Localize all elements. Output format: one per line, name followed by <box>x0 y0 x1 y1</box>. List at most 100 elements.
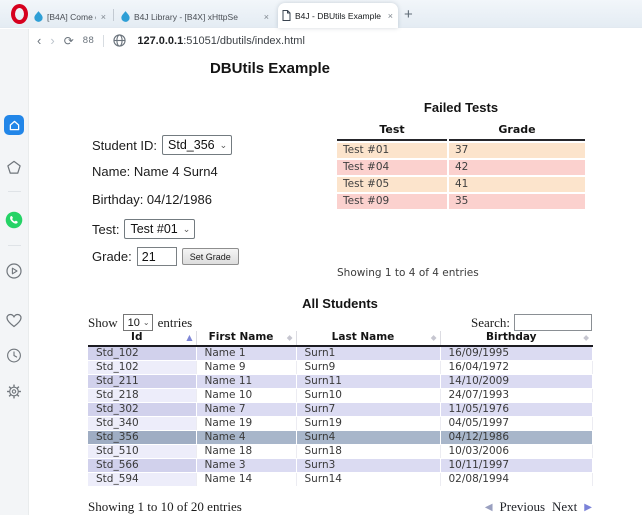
students-column-header-first-name[interactable]: First Name ◆ <box>196 331 297 347</box>
address-bar: ‹ › ⟳ 88 127.0.0.1:51051/dbutils/index.h… <box>29 29 642 52</box>
student-row[interactable]: Std_302 Name 7 Surn7 11/05/1976 <box>88 402 593 417</box>
student-cell: Surn4 <box>296 430 441 445</box>
opera-logo-icon[interactable] <box>11 4 28 24</box>
previous-arrow-icon[interactable]: ◀ <box>485 502 493 513</box>
student-cell: Surn3 <box>296 458 441 473</box>
student-id-row: Student ID: Std_356 ⌄ <box>92 135 233 155</box>
student-row[interactable]: Std_510 Name 18 Surn18 10/03/2006 <box>88 444 593 459</box>
student-cell: Std_340 <box>88 416 197 431</box>
entries-label: entries <box>157 314 193 330</box>
b4x-flame-icon <box>34 11 43 22</box>
student-id-label: Student ID: <box>92 137 158 153</box>
home-speed-dial-icon[interactable] <box>4 115 24 135</box>
set-grade-button[interactable]: Set Grade <box>181 248 239 265</box>
student-cell: Name 14 <box>196 472 297 487</box>
extensions-grid-icon[interactable]: 88 <box>83 35 95 46</box>
tab-strip: [B4A] Come eseguire 'map × B4J Library -… <box>0 0 642 28</box>
failed-tests-info: Showing 1 to 4 of 4 entries <box>337 267 479 279</box>
students-column-header-birthday[interactable]: Birthday ◆ <box>440 331 592 347</box>
close-icon[interactable]: × <box>100 12 107 22</box>
sort-both-icon: ◆ <box>583 333 589 342</box>
settings-gear-icon[interactable] <box>7 384 22 399</box>
student-cell: 16/04/1972 <box>440 360 593 375</box>
tab-b4j-library[interactable]: B4J Library - [B4X] xHttpSe × <box>117 6 274 27</box>
next-button[interactable]: Next <box>552 499 577 515</box>
failed-test-cell: 42 <box>449 160 585 175</box>
student-row[interactable]: Std_566 Name 3 Surn3 10/11/1997 <box>88 458 593 473</box>
failed-test-cell: 37 <box>449 143 585 158</box>
player-icon[interactable] <box>6 263 22 279</box>
column-label: First Name <box>208 331 274 343</box>
student-row[interactable]: Std_211 Name 11 Surn11 14/10/2009 <box>88 374 593 389</box>
student-birthday-text: Birthday: 04/12/1986 <box>92 192 212 207</box>
divider <box>8 191 21 192</box>
forward-icon[interactable]: › <box>50 34 54 47</box>
history-clock-icon[interactable] <box>7 348 22 363</box>
test-label: Test: <box>92 221 120 237</box>
back-icon[interactable]: ‹ <box>37 34 41 47</box>
page-title: DBUtils Example <box>209 60 331 77</box>
test-value: Test #01 <box>130 222 178 236</box>
tab-b4a-forum[interactable]: [B4A] Come eseguire 'map × <box>30 6 111 27</box>
student-cell: 04/05/1997 <box>440 416 593 431</box>
show-entries-control: Show 10 ⌄ entries <box>88 314 192 331</box>
column-label: Last Name <box>331 331 395 343</box>
search-input[interactable] <box>514 314 592 331</box>
student-row[interactable]: Std_594 Name 14 Surn14 02/08/1994 <box>88 472 593 487</box>
student-id-value: Std_356 <box>168 138 215 152</box>
students-column-header-last-name[interactable]: Last Name ◆ <box>296 331 441 347</box>
student-name-text: Name: Name 4 Surn4 <box>92 164 218 179</box>
students-column-header-id[interactable]: Id ▲ <box>88 331 197 347</box>
student-cell: Std_102 <box>88 360 197 375</box>
url-text[interactable]: 127.0.0.1:51051/dbutils/index.html <box>137 35 305 47</box>
tab-separator <box>113 9 114 21</box>
grade-row: Grade: Set Grade <box>92 247 239 266</box>
student-cell: Name 19 <box>196 416 297 431</box>
student-row[interactable]: Std_356 Name 4 Surn4 04/12/1986 <box>88 430 593 445</box>
tab-dbutils-active[interactable]: B4J - DBUtils Example × <box>278 3 398 28</box>
b4x-flame-icon <box>121 11 130 22</box>
show-entries-select[interactable]: 10 ⌄ <box>122 314 153 331</box>
student-cell: Surn14 <box>296 472 441 487</box>
student-cell: Std_211 <box>88 374 197 389</box>
failed-tests-column-header[interactable]: Test <box>337 121 447 141</box>
bookmarks-pentagon-icon[interactable] <box>7 160 22 175</box>
student-cell: Surn10 <box>296 388 441 403</box>
close-icon[interactable]: × <box>387 11 394 21</box>
student-row[interactable]: Std_340 Name 19 Surn19 04/05/1997 <box>88 416 593 431</box>
student-cell: Surn11 <box>296 374 441 389</box>
failed-tests-table: Test Grade Test #01 37 Test #04 42 Test #05 41… <box>335 119 587 211</box>
failed-test-cell: Test #04 <box>337 160 447 175</box>
student-cell: Name 7 <box>196 402 297 417</box>
sort-both-icon: ◆ <box>286 333 293 342</box>
document-icon <box>282 10 291 21</box>
whatsapp-icon[interactable] <box>5 211 23 229</box>
student-cell: 04/12/1986 <box>440 430 593 445</box>
show-label: Show <box>88 314 118 330</box>
student-cell: Surn9 <box>296 360 441 375</box>
chevron-down-icon: ⌄ <box>142 318 150 327</box>
student-cell: Name 1 <box>196 346 297 361</box>
failed-test-row: Test #01 37 <box>337 143 585 158</box>
student-id-select[interactable]: Std_356 ⌄ <box>162 135 233 155</box>
sort-ascending-icon: ▲ <box>186 333 193 342</box>
new-tab-button[interactable]: + <box>404 5 413 25</box>
grade-input[interactable] <box>136 247 177 266</box>
column-label: Id <box>131 331 143 343</box>
student-row[interactable]: Std_218 Name 10 Surn10 24/07/1993 <box>88 388 593 403</box>
next-arrow-icon[interactable]: ▶ <box>584 502 592 513</box>
previous-button[interactable]: Previous <box>500 499 546 515</box>
failed-test-row: Test #09 35 <box>337 194 585 209</box>
student-row[interactable]: Std_102 Name 9 Surn9 16/04/1972 <box>88 360 593 375</box>
student-row[interactable]: Std_102 Name 1 Surn1 16/09/1995 <box>88 346 593 361</box>
reload-icon[interactable]: ⟳ <box>64 35 74 47</box>
heart-favorites-icon[interactable] <box>6 313 22 328</box>
close-icon[interactable]: × <box>263 12 270 22</box>
student-cell: Name 4 <box>196 430 297 445</box>
failed-test-cell: Test #05 <box>337 177 447 192</box>
failed-tests-column-header[interactable]: Grade <box>449 121 585 141</box>
student-cell: Surn18 <box>296 444 441 459</box>
test-select[interactable]: Test #01 ⌄ <box>124 219 196 239</box>
student-cell: Name 18 <box>196 444 297 459</box>
student-cell: Std_566 <box>88 458 197 473</box>
